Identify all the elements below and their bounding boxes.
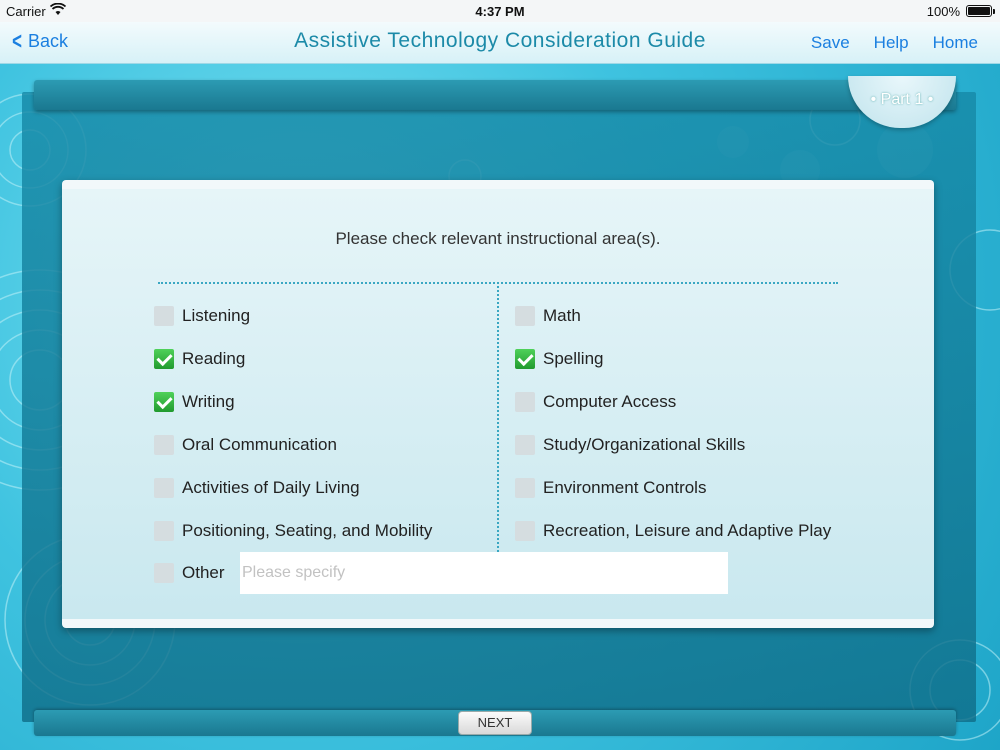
checkbox[interactable]	[154, 435, 174, 455]
option-label: Positioning, Seating, and Mobility	[182, 521, 433, 540]
top-panel-bar	[34, 80, 956, 110]
option-study-organizational-skills[interactable]: Study/Organizational Skills	[515, 435, 745, 455]
option-listening[interactable]: Listening	[154, 306, 250, 326]
question-prompt: Please check relevant instructional area…	[335, 229, 661, 248]
save-button[interactable]: Save	[811, 33, 850, 53]
checkbox[interactable]	[154, 563, 174, 583]
status-time: 4:37 PM	[475, 4, 525, 19]
home-button[interactable]: Home	[933, 33, 978, 53]
option-label: Writing	[182, 392, 235, 411]
option-activities-daily-living[interactable]: Activities of Daily Living	[154, 478, 360, 498]
question-card: Please check relevant instructional area…	[62, 180, 934, 628]
option-math[interactable]: Math	[515, 306, 581, 326]
option-label: Reading	[182, 349, 246, 368]
help-button[interactable]: Help	[874, 33, 909, 53]
checkbox[interactable]	[515, 521, 535, 541]
checkbox[interactable]	[515, 478, 535, 498]
checkbox[interactable]	[154, 392, 174, 412]
option-label: Other	[182, 563, 225, 582]
checkbox[interactable]	[154, 306, 174, 326]
option-label: Listening	[182, 306, 251, 325]
option-label: Study/Organizational Skills	[543, 435, 746, 454]
checkbox[interactable]	[154, 478, 174, 498]
checkbox[interactable]	[154, 349, 174, 369]
horizontal-divider	[158, 282, 838, 284]
checkbox[interactable]	[515, 306, 535, 326]
navigation-bar: < Back Assistive Technology Consideratio…	[0, 22, 1000, 64]
battery-percent: 100%	[926, 4, 960, 19]
option-oral-communication[interactable]: Oral Communication	[154, 435, 337, 455]
vertical-divider	[497, 286, 499, 556]
battery-icon	[966, 5, 995, 17]
option-label: Environment Controls	[543, 478, 707, 497]
option-writing[interactable]: Writing	[154, 392, 235, 412]
other-specify-input[interactable]	[240, 552, 728, 594]
option-other[interactable]: Other	[154, 563, 225, 583]
checkbox[interactable]	[515, 349, 535, 369]
option-positioning-seating-mobility[interactable]: Positioning, Seating, and Mobility	[154, 521, 432, 541]
option-environment-controls[interactable]: Environment Controls	[515, 478, 706, 498]
checkbox[interactable]	[154, 521, 174, 541]
status-bar: Carrier 4:37 PM 100%	[0, 0, 1000, 22]
option-label: Spelling	[543, 349, 604, 368]
checkbox[interactable]	[515, 435, 535, 455]
option-recreation-leisure-play[interactable]: Recreation, Leisure and Adaptive Play	[515, 521, 831, 541]
option-label: Math	[543, 306, 581, 325]
option-label: Recreation, Leisure and Adaptive Play	[543, 521, 832, 540]
option-reading[interactable]: Reading	[154, 349, 245, 369]
option-label: Activities of Daily Living	[182, 478, 360, 497]
option-spelling[interactable]: Spelling	[515, 349, 604, 369]
next-button[interactable]: NEXT	[458, 711, 532, 735]
option-label: Computer Access	[543, 392, 677, 411]
option-label: Oral Communication	[182, 435, 337, 454]
part-tab-label: • Part 1 •	[870, 91, 934, 108]
option-computer-access[interactable]: Computer Access	[515, 392, 676, 412]
nav-actions: Save Help Home	[811, 33, 978, 53]
checkbox[interactable]	[515, 392, 535, 412]
